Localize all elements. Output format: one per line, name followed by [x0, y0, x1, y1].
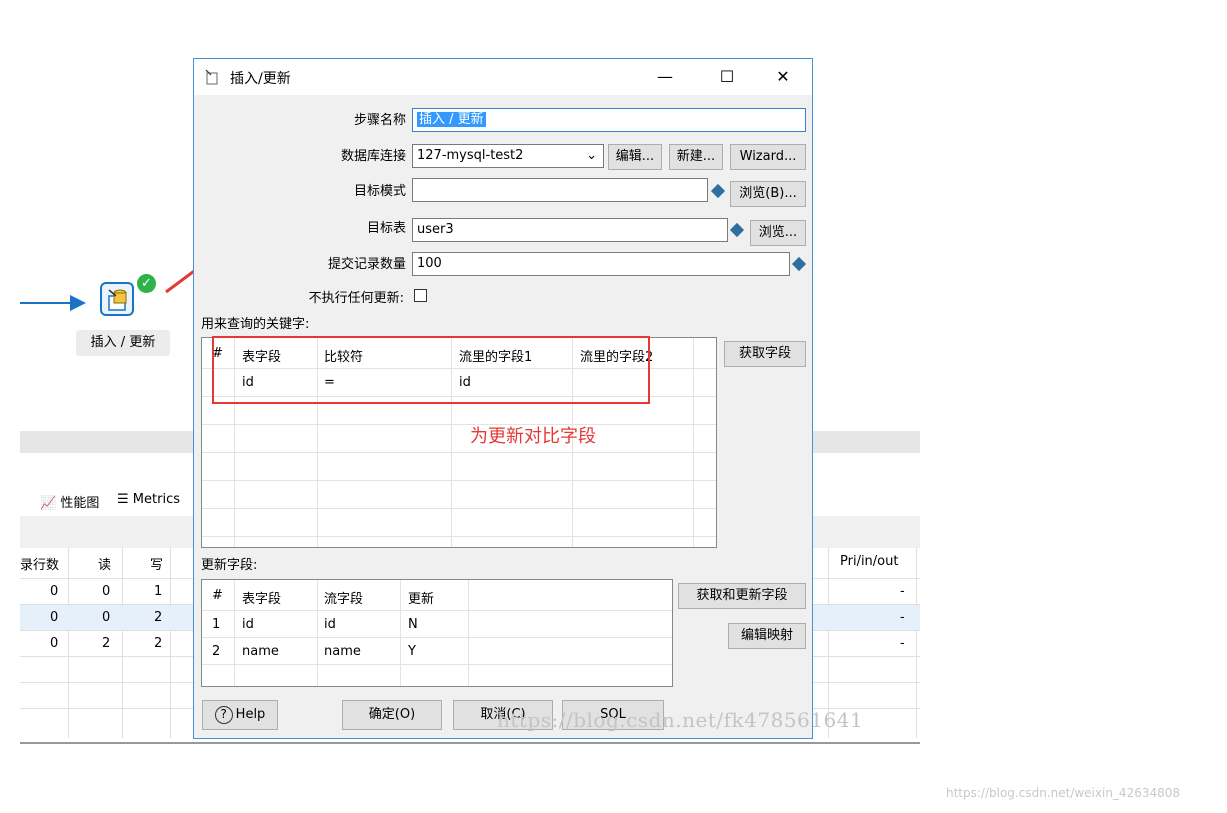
variable-icon — [729, 222, 745, 238]
variable-icon — [710, 183, 726, 199]
target-schema-input[interactable] — [412, 178, 708, 202]
variable-icon — [791, 256, 807, 272]
get-update-fields-button[interactable]: 获取和更新字段 — [678, 583, 806, 609]
commit-size-label: 提交记录数量 — [327, 257, 406, 272]
annotation-note: 为更新对比字段 — [470, 426, 596, 447]
table-cell[interactable]: 2 — [212, 644, 220, 659]
table-cell[interactable]: name — [324, 644, 361, 659]
column-header: 表字段 — [242, 592, 282, 607]
browse-table-button[interactable]: 浏览... — [750, 220, 806, 246]
column-header: 写 — [150, 558, 164, 573]
table-cell[interactable]: Y — [408, 644, 416, 659]
maximize-button[interactable]: ☐ — [704, 59, 750, 95]
step-label: 插入 / 更新 — [76, 330, 170, 356]
column-header: 录行数 — [20, 558, 60, 573]
key-section-label: 用来查询的关键字: — [201, 317, 310, 332]
commit-size-input[interactable]: 100 — [412, 252, 790, 276]
table-cell[interactable]: N — [408, 617, 418, 632]
column-header: 流字段 — [324, 592, 364, 607]
update-section-label: 更新字段: — [201, 558, 258, 573]
close-button[interactable]: ✕ — [760, 59, 806, 95]
page-watermark: https://blog.csdn.net/weixin_42634808 — [946, 786, 1181, 800]
dialog-title: 插入/更新 — [230, 71, 291, 87]
dialog-titlebar[interactable]: 插入/更新 — ☐ ✕ — [194, 59, 812, 95]
target-schema-label: 目标模式 — [353, 184, 406, 199]
help-icon: ? — [214, 705, 233, 724]
column-header: Pri/in/out — [840, 554, 899, 569]
no-update-label: 不执行任何更新: — [308, 291, 404, 306]
edit-connection-button[interactable]: 编辑... — [608, 144, 662, 170]
help-button[interactable]: ? Help — [202, 700, 278, 730]
table-cell[interactable]: id — [242, 617, 254, 632]
target-table-label: 目标表 — [366, 221, 406, 236]
db-connection-label: 数据库连接 — [340, 149, 406, 164]
ok-button[interactable]: 确定(O) — [342, 700, 442, 730]
blog-watermark: https://blog.csdn.net/fk478561641 — [497, 708, 864, 732]
table-cell[interactable]: 1 — [212, 617, 220, 632]
insert-update-step-icon[interactable] — [100, 282, 134, 316]
success-check-icon: ✓ — [137, 274, 156, 293]
step-name-input[interactable]: 插入 / 更新 — [412, 108, 806, 132]
tab-performance[interactable]: 📈 性能图 — [40, 492, 99, 511]
column-header: # — [212, 588, 223, 603]
browse-schema-button[interactable]: 浏览(B)... — [730, 181, 806, 207]
column-header: 更新 — [408, 592, 435, 607]
chevron-down-icon: ⌄ — [586, 148, 597, 163]
wizard-button[interactable]: Wizard... — [730, 144, 806, 170]
new-connection-button[interactable]: 新建... — [669, 144, 723, 170]
dialog-icon — [205, 69, 218, 85]
db-connection-select[interactable]: 127-mysql-test2 ⌄ — [412, 144, 604, 168]
table-cell[interactable]: id — [324, 617, 336, 632]
tab-metrics[interactable]: ☰ Metrics — [117, 492, 180, 507]
table-cell[interactable]: name — [242, 644, 279, 659]
get-fields-button[interactable]: 获取字段 — [724, 341, 806, 367]
minimize-button[interactable]: — — [642, 59, 688, 95]
target-table-input[interactable]: user3 — [412, 218, 728, 242]
key-fields-highlight-box — [212, 336, 650, 404]
edit-mapping-button[interactable]: 编辑映射 — [728, 623, 806, 649]
update-fields-table[interactable]: # 表字段 流字段 更新 1 id id N 2 name name Y — [201, 579, 673, 687]
hop-arrow-icon — [70, 295, 86, 311]
column-header: 读 — [98, 558, 112, 573]
no-update-checkbox[interactable] — [414, 289, 427, 302]
step-name-label: 步骤名称 — [353, 113, 406, 128]
